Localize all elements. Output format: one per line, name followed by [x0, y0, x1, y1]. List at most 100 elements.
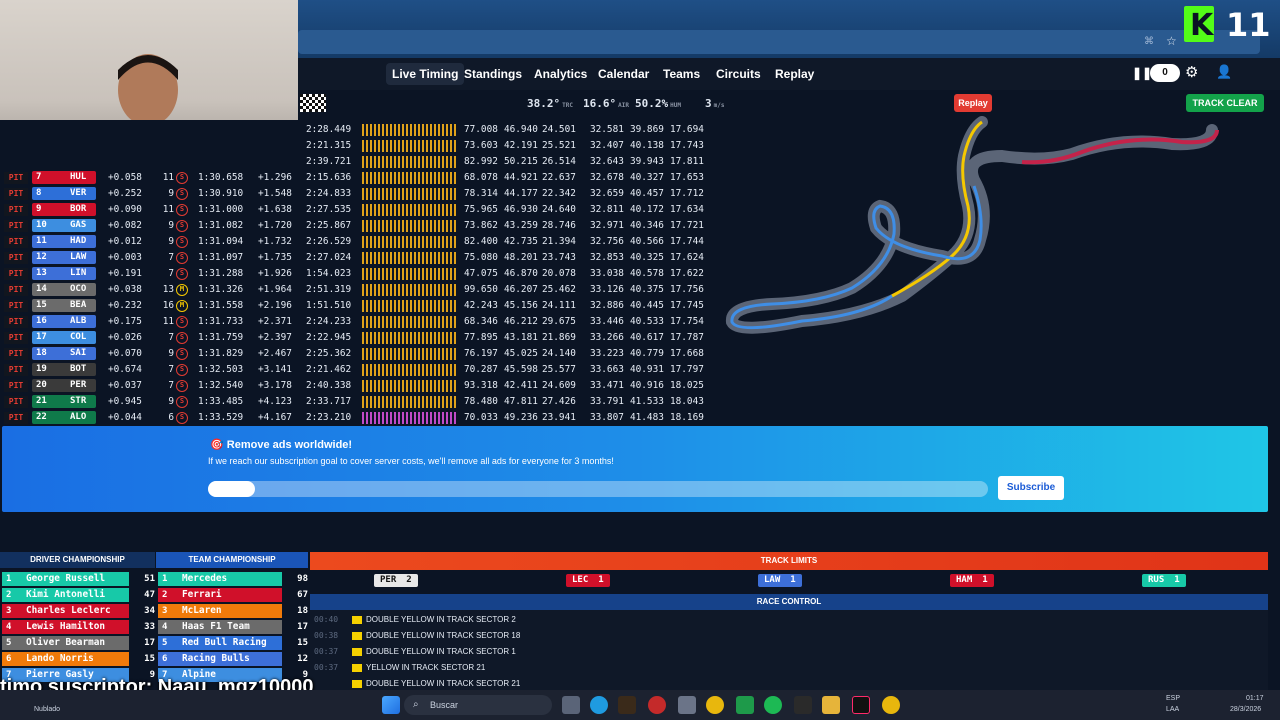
gear-icon[interactable]: ⚙ — [1185, 63, 1198, 81]
user-icon[interactable]: 👤 — [1216, 64, 1232, 80]
chrome-icon[interactable] — [706, 696, 724, 714]
nav-calendar[interactable]: Calendar — [598, 67, 649, 81]
track-limit-badge: LEC 1 — [566, 574, 610, 587]
nav-live-timing[interactable]: Live Timing — [386, 63, 465, 85]
track-limit-driver: LAW — [764, 575, 781, 585]
xbox-icon[interactable] — [736, 696, 754, 714]
timing-row[interactable]: PIT 16 ALB +0.175 11 S 1:31.733 +2.371 2:24.233 6… — [0, 314, 712, 330]
best-sector: 40.138 — [630, 140, 664, 151]
gap: +0.058 — [108, 172, 142, 183]
championship-row[interactable]: 2 Ferrari 67 — [158, 588, 308, 602]
yellow-flag-icon — [352, 680, 362, 688]
translate-icon[interactable]: ⌘ — [1144, 36, 1156, 48]
race-control-message: 00:40 DOUBLE YELLOW IN TRACK SECTOR 2 — [314, 612, 1262, 628]
timing-row[interactable]: PIT 14 OCO +0.038 13 M 1:31.326 +1.964 2:51.319 9… — [0, 282, 712, 298]
timing-row[interactable]: PIT 17 COL +0.026 7 S 1:31.759 +2.397 2:22.945 77… — [0, 330, 712, 346]
clock-date[interactable]: 28/3/2026 — [1230, 706, 1261, 713]
nav-replay[interactable]: Replay — [775, 67, 814, 81]
timing-row[interactable]: PIT 20 PER +0.037 7 S 1:32.540 +3.178 2:40.338 93… — [0, 378, 712, 394]
championship-row[interactable]: 3 McLaren 18 — [158, 604, 308, 618]
folder-icon[interactable] — [822, 696, 840, 714]
championship-position: 6 — [6, 654, 12, 664]
best-sector: 41.533 — [630, 396, 664, 407]
star-icon[interactable]: ☆ — [1166, 34, 1177, 48]
start-icon[interactable] — [382, 696, 400, 714]
nav-teams[interactable]: Teams — [663, 67, 700, 81]
championship-row[interactable]: 4 Lewis Hamilton 33 — [2, 620, 155, 634]
clock-time[interactable]: 01:17 — [1246, 695, 1264, 702]
nav-analytics[interactable]: Analytics — [534, 67, 587, 81]
nav-circuits[interactable]: Circuits — [716, 67, 761, 81]
championship-position: 1 — [162, 574, 168, 584]
timing-row[interactable]: PIT 15 BEA +0.232 16 M 1:31.558 +2.196 1:51.510 4… — [0, 298, 712, 314]
championship-row[interactable]: 6 Lando Norris 15 — [2, 652, 155, 666]
timing-row[interactable]: PIT 9 BOR +0.090 11 S 1:31.000 +1.638 2:27.535 75… — [0, 202, 712, 218]
best-sector: 32.581 — [590, 124, 624, 135]
championship-row[interactable]: 4 Haas F1 Team 17 — [158, 620, 308, 634]
interval: +4.123 — [258, 396, 292, 407]
sector-time: 22.637 — [542, 172, 576, 183]
driver-number: 8 — [36, 188, 42, 198]
gap: +0.012 — [108, 236, 142, 247]
championship-row[interactable]: 5 Red Bull Racing 15 — [158, 636, 308, 650]
championship-row[interactable]: 1 George Russell 51 — [2, 572, 155, 586]
github-icon[interactable] — [678, 696, 696, 714]
championship-row[interactable]: 6 Racing Bulls 12 — [158, 652, 308, 666]
driver-number: 21 — [36, 396, 47, 406]
yellow-flag-icon — [352, 616, 362, 624]
timing-row[interactable]: PIT 13 LIN +0.191 7 S 1:31.288 +1.926 1:54.023 47… — [0, 266, 712, 282]
address-bar[interactable] — [298, 30, 1260, 54]
championship-name: George Russell — [26, 573, 106, 584]
timing-row[interactable]: PIT 8 VER +0.252 9 S 1:30.910 +1.548 2:24.833 78.… — [0, 186, 712, 202]
championship-row[interactable]: 2 Kimi Antonelli 47 — [2, 588, 155, 602]
spotify-icon[interactable] — [764, 696, 782, 714]
gap: +0.037 — [108, 380, 142, 391]
keyboard-layout[interactable]: LAA — [1166, 706, 1179, 713]
timing-row[interactable]: PIT 11 HAD +0.012 9 S 1:31.094 +1.732 2:26.529 82… — [0, 234, 712, 250]
sector-time: 76.197 — [464, 348, 498, 359]
championship-row[interactable]: 3 Charles Leclerc 34 — [2, 604, 155, 618]
taskbar-search[interactable]: ⌕ Buscar — [404, 695, 552, 715]
minisector-bars — [362, 284, 458, 296]
timing-row[interactable]: PIT 21 STR +0.945 9 S 1:33.485 +4.123 2:33.717 78… — [0, 394, 712, 410]
interval: +1.548 — [258, 188, 292, 199]
nav-standings[interactable]: Standings — [464, 67, 522, 81]
sector-time: 43.259 — [504, 220, 538, 231]
tiktok-icon[interactable] — [852, 696, 870, 714]
laps: 7 — [168, 364, 174, 375]
timing-row[interactable]: PIT 19 BOT +0.674 7 S 1:32.503 +3.141 2:21.462 70… — [0, 362, 712, 378]
subscribe-button[interactable]: Subscribe — [998, 476, 1064, 500]
timing-row: 2:21.315 73.603 42.191 25.521 32.407 40.138 17… — [0, 138, 712, 154]
taskview-icon[interactable] — [562, 696, 580, 714]
capcut-icon[interactable] — [794, 696, 812, 714]
chrome-icon-2[interactable] — [882, 696, 900, 714]
timing-row[interactable]: PIT 22 ALO +0.044 6 S 1:33.529 +4.167 2:23.210 70… — [0, 410, 712, 426]
championship-points: 98 — [297, 574, 308, 584]
message-time: 00:37 — [314, 647, 339, 656]
best-sector: 40.779 — [630, 348, 664, 359]
pit-badge: PIT — [4, 188, 28, 200]
championship-row[interactable]: 1 Mercedes 98 — [158, 572, 308, 586]
interval: +4.167 — [258, 412, 292, 423]
timing-row[interactable]: PIT 18 SAI +0.070 9 S 1:31.829 +2.467 2:25.362 76… — [0, 346, 712, 362]
delay-counter[interactable]: 0 — [1150, 64, 1180, 82]
app-red-icon[interactable] — [648, 696, 666, 714]
humidity: 50.2% HUM — [635, 97, 681, 110]
sector-time: 77.895 — [464, 332, 498, 343]
championship-name: Ferrari — [182, 589, 222, 600]
championship-row[interactable]: 5 Oliver Bearman 17 — [2, 636, 155, 650]
edge-icon[interactable] — [590, 696, 608, 714]
last-lap: 1:54.023 — [306, 268, 352, 279]
windows-taskbar: Nublado ESP LAA 01:17 28/3/2026 — [0, 690, 1280, 720]
language[interactable]: ESP — [1166, 695, 1180, 702]
track-map — [712, 116, 1280, 426]
championship-name: Kimi Antonelli — [26, 589, 106, 600]
timing-row[interactable]: PIT 7 HUL +0.058 11 S 1:30.658 +1.296 2:15.636 68… — [0, 170, 712, 186]
minisector-bars — [362, 172, 458, 184]
app-icon[interactable] — [618, 696, 636, 714]
gap: +0.003 — [108, 252, 142, 263]
driver-tag: 16 ALB — [32, 315, 96, 328]
timing-row[interactable]: PIT 10 GAS +0.082 9 S 1:31.082 +1.720 2:25.867 73… — [0, 218, 712, 234]
timing-row[interactable]: PIT 12 LAW +0.003 7 S 1:31.097 +1.735 2:27.024 75… — [0, 250, 712, 266]
replay-button[interactable]: Replay — [954, 94, 992, 112]
